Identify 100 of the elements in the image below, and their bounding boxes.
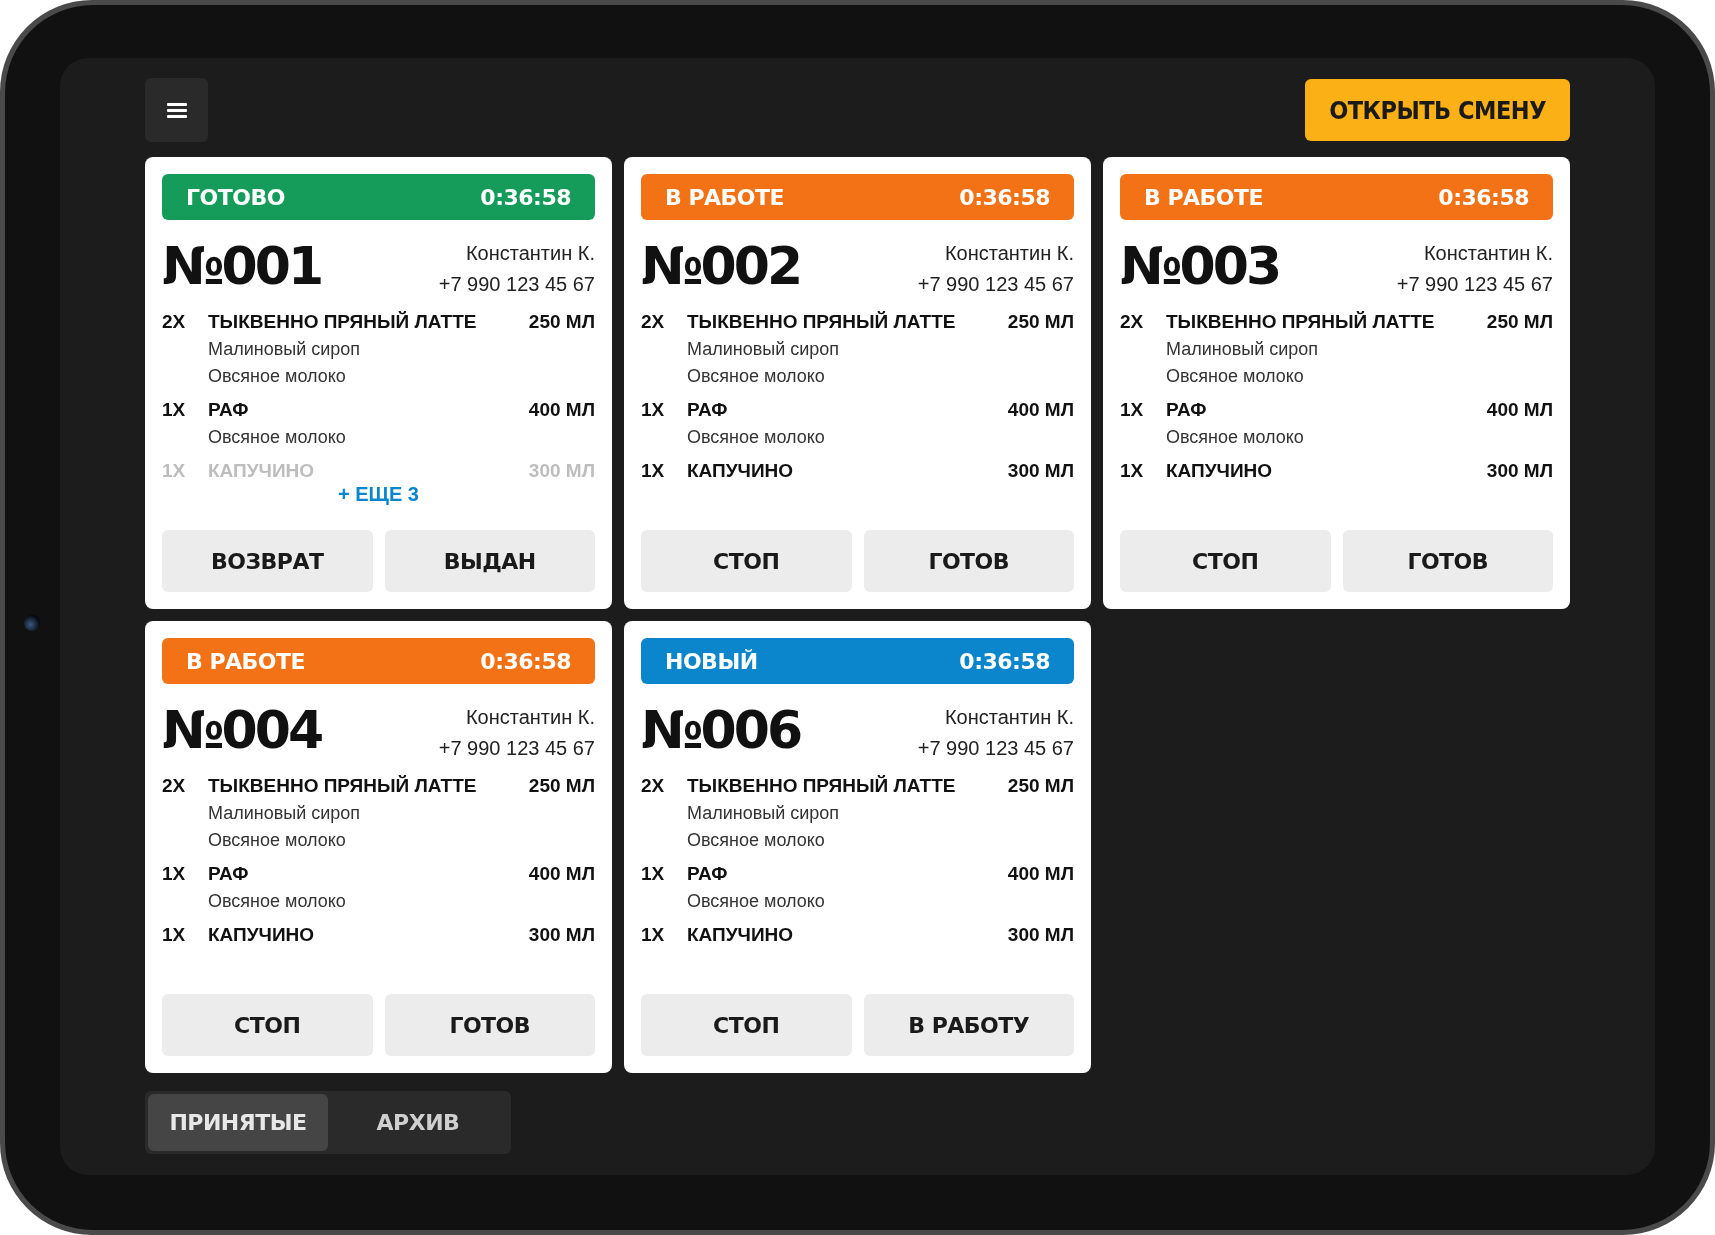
customer-phone: +7 990 123 45 67 xyxy=(917,272,1074,297)
status-label: В РАБОТЕ xyxy=(665,184,785,210)
item-quantity: 1X xyxy=(641,923,666,947)
item-size: 300 МЛ xyxy=(1007,459,1074,483)
order-number: №001 xyxy=(162,238,322,296)
item-option: Овсяное молоко xyxy=(208,424,529,451)
customer-name: Константин К. xyxy=(944,705,1074,730)
item-size: 300 МЛ xyxy=(1486,459,1553,483)
item-option: Малиновый сироп xyxy=(1166,336,1487,363)
open-shift-button[interactable]: ОТКРЫТЬ СМЕНУ xyxy=(1305,79,1570,141)
action-button[interactable]: ГОТОВ xyxy=(384,994,595,1056)
action-button[interactable]: СТОП xyxy=(162,994,373,1056)
status-label: НОВЫЙ xyxy=(665,648,758,674)
action-button[interactable]: ВЫДАН xyxy=(384,530,595,592)
customer-name: Константин К. xyxy=(1423,241,1553,266)
status-label: В РАБОТЕ xyxy=(186,648,306,674)
item-quantity: 1X xyxy=(641,398,666,422)
item-name: РАФ xyxy=(687,398,729,422)
action-button[interactable]: ВОЗВРАТ xyxy=(162,530,373,592)
item-option: Малиновый сироп xyxy=(208,336,529,363)
item-option: Овсяное молоко xyxy=(208,827,529,854)
item-name: ТЫКВЕННО ПРЯНЫЙ ЛАТТЕ xyxy=(208,774,478,798)
order-number: №002 xyxy=(641,238,801,296)
tab[interactable]: АРХИВ xyxy=(328,1094,508,1151)
order-number: №003 xyxy=(1120,238,1280,296)
item-option: Малиновый сироп xyxy=(687,800,1008,827)
item-size: 400 МЛ xyxy=(1007,862,1074,886)
item-name: ТЫКВЕННО ПРЯНЫЙ ЛАТТЕ xyxy=(687,310,957,334)
menu-icon xyxy=(166,102,187,118)
timer: 0:36:58 xyxy=(480,648,571,674)
customer-phone: +7 990 123 45 67 xyxy=(1396,272,1553,297)
customer-name: Константин К. xyxy=(465,705,595,730)
item-size: 300 МЛ xyxy=(1007,923,1074,947)
item-quantity: 2X xyxy=(162,310,187,334)
item-size: 250 МЛ xyxy=(1486,310,1553,334)
item-name: КАПУЧИНО xyxy=(687,923,795,947)
action-button[interactable]: СТОП xyxy=(641,530,852,592)
item-name: ТЫКВЕННО ПРЯНЫЙ ЛАТТЕ xyxy=(1166,310,1436,334)
item-quantity: 2X xyxy=(641,774,666,798)
action-button[interactable]: ГОТОВ xyxy=(863,530,1074,592)
status-label: ГОТОВО xyxy=(186,184,285,210)
item-name: РАФ xyxy=(1166,398,1208,422)
item-name: РАФ xyxy=(687,862,729,886)
item-size: 250 МЛ xyxy=(1007,774,1074,798)
item-quantity: 1X xyxy=(1120,459,1145,483)
show-more-link[interactable]: + ЕЩЕ 3 xyxy=(338,483,419,506)
item-size: 300 МЛ xyxy=(528,459,595,483)
customer-phone: +7 990 123 45 67 xyxy=(438,736,595,761)
item-quantity: 2X xyxy=(641,310,666,334)
order-number: №004 xyxy=(162,702,322,760)
timer: 0:36:58 xyxy=(480,184,571,210)
customer-name: Константин К. xyxy=(944,241,1074,266)
item-size: 400 МЛ xyxy=(528,862,595,886)
item-size: 250 МЛ xyxy=(528,310,595,334)
menu-button[interactable] xyxy=(145,78,208,142)
timer: 0:36:58 xyxy=(959,648,1050,674)
item-size: 300 МЛ xyxy=(528,923,595,947)
item-size: 250 МЛ xyxy=(528,774,595,798)
item-size: 250 МЛ xyxy=(1007,310,1074,334)
action-button[interactable]: СТОП xyxy=(1120,530,1331,592)
item-option: Овсяное молоко xyxy=(687,363,1008,390)
item-name: КАПУЧИНО xyxy=(208,459,316,483)
item-size: 400 МЛ xyxy=(1007,398,1074,422)
item-option: Овсяное молоко xyxy=(1166,424,1487,451)
item-name: РАФ xyxy=(208,862,250,886)
item-option: Овсяное молоко xyxy=(687,888,1008,915)
item-quantity: 1X xyxy=(162,862,187,886)
item-name: ТЫКВЕННО ПРЯНЫЙ ЛАТТЕ xyxy=(208,310,478,334)
action-button[interactable]: В РАБОТУ xyxy=(863,994,1074,1056)
item-option: Малиновый сироп xyxy=(687,336,1008,363)
item-option: Малиновый сироп xyxy=(208,800,529,827)
status-label: В РАБОТЕ xyxy=(1144,184,1264,210)
customer-phone: +7 990 123 45 67 xyxy=(438,272,595,297)
item-option: Овсяное молоко xyxy=(208,363,529,390)
item-size: 400 МЛ xyxy=(1486,398,1553,422)
item-name: РАФ xyxy=(208,398,250,422)
item-quantity: 1X xyxy=(641,862,666,886)
item-quantity: 1X xyxy=(1120,398,1145,422)
item-name: КАПУЧИНО xyxy=(1166,459,1274,483)
timer: 0:36:58 xyxy=(1438,184,1529,210)
item-quantity: 1X xyxy=(162,398,187,422)
item-option: Овсяное молоко xyxy=(1166,363,1487,390)
item-size: 400 МЛ xyxy=(528,398,595,422)
action-button[interactable]: СТОП xyxy=(641,994,852,1056)
timer: 0:36:58 xyxy=(959,184,1050,210)
item-quantity: 2X xyxy=(162,774,187,798)
item-name: КАПУЧИНО xyxy=(687,459,795,483)
item-quantity: 1X xyxy=(641,459,666,483)
item-name: КАПУЧИНО xyxy=(208,923,316,947)
customer-name: Константин К. xyxy=(465,241,595,266)
tab[interactable]: ПРИНЯТЫЕ xyxy=(148,1094,328,1151)
camera-lens-icon xyxy=(24,615,40,631)
customer-phone: +7 990 123 45 67 xyxy=(917,736,1074,761)
order-number: №006 xyxy=(641,702,801,760)
item-option: Овсяное молоко xyxy=(687,424,1008,451)
action-button[interactable]: ГОТОВ xyxy=(1342,530,1553,592)
item-option: Овсяное молоко xyxy=(687,827,1008,854)
item-option: Овсяное молоко xyxy=(208,888,529,915)
item-quantity: 1X xyxy=(162,923,187,947)
item-quantity: 2X xyxy=(1120,310,1145,334)
